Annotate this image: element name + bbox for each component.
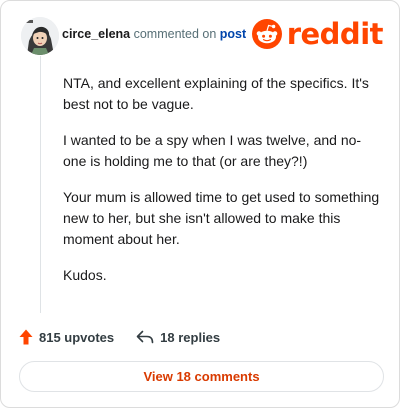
replies-button[interactable]: 18 replies — [136, 330, 220, 345]
reddit-snoo-icon — [251, 19, 282, 49]
comment-actions: 815 upvotes 18 replies — [19, 326, 220, 348]
comment-paragraph: Kudos. — [63, 267, 107, 283]
reddit-wordmark: reddit — [286, 17, 384, 51]
comment-paragraph: I wanted to be a spy when I was twelve, … — [63, 132, 362, 169]
upvote-count: 815 upvotes — [39, 329, 115, 345]
avatar-icon — [21, 17, 59, 55]
comment-header: circe_elena commented on post reddit — [17, 15, 384, 55]
upvote-button[interactable]: 815 upvotes — [19, 329, 114, 345]
comment-card: circe_elena commented on post reddit NTA… — [0, 0, 400, 408]
thread-line — [40, 56, 41, 313]
upvote-arrow-icon — [19, 329, 33, 345]
post-link[interactable]: post — [220, 27, 246, 41]
comment-body: NTA, and excellent explaining of the spe… — [63, 73, 381, 301]
avatar[interactable] — [21, 17, 59, 55]
view-comments-button[interactable]: View 18 comments — [19, 361, 384, 392]
commented-on-text: commented on — [133, 27, 217, 41]
comment-byline: circe_elena commented on post — [62, 27, 246, 41]
comment-paragraph: Your mum is allowed time to get used to … — [63, 189, 380, 247]
reply-arrow-icon — [136, 330, 154, 344]
reply-count: 18 replies — [160, 329, 221, 345]
reddit-logo[interactable]: reddit — [251, 17, 384, 51]
author-username[interactable]: circe_elena — [62, 27, 130, 41]
comment-paragraph: NTA, and excellent explaining of the spe… — [63, 75, 369, 112]
